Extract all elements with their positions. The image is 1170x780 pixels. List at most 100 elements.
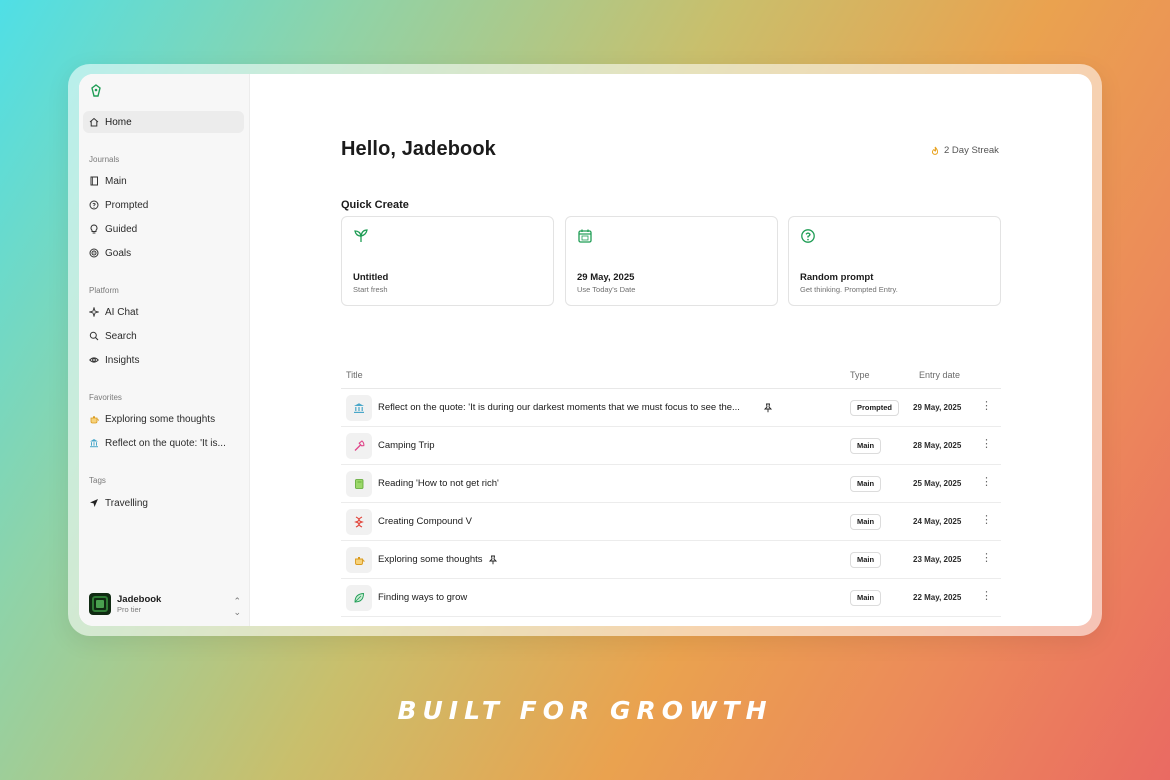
leaf-icon [346,585,372,611]
quick-create-today-card[interactable]: 29 May, 2025 Use Today's Date [565,216,778,306]
user-name: Jadebook [117,594,162,605]
logo-icon[interactable] [89,84,103,98]
table-row[interactable]: Reflect on the quote: 'It is during our … [341,389,1001,427]
sparkle-icon [89,307,99,317]
sidebar-item-search[interactable]: Search [83,326,244,346]
page-title: Hello, Jadebook [341,138,496,160]
type-badge: Main [850,590,882,606]
tagline: BUILT FOR GROWTH [397,696,773,725]
more-options-icon[interactable]: ⋮ [981,551,992,564]
card-subtitle: Use Today's Date [577,285,636,294]
column-header-type[interactable]: Type [850,370,870,380]
entry-date: 25 May, 2025 [913,479,962,488]
entry-title-text: Exploring some thoughts [378,554,483,565]
table-row[interactable]: Reading 'How to not get rich' Main 25 Ma… [341,465,1001,503]
sidebar-item-guided[interactable]: Guided [83,219,244,239]
pin-icon[interactable] [488,555,498,565]
type-badge: Prompted [850,400,900,416]
table-row[interactable]: Finding ways to grow Main 22 May, 2025 ⋮ [341,579,1001,617]
more-options-icon[interactable]: ⋮ [981,513,992,526]
card-title: Random prompt [800,272,874,283]
section-label-platform: Platform [89,286,119,295]
axe-icon [346,433,372,459]
entry-title: Reading 'How to not get rich' [378,478,499,489]
more-options-icon[interactable]: ⋮ [981,437,992,450]
type-badge: Main [850,552,882,568]
teapot-icon [89,414,99,424]
user-tier: Pro tier [117,605,142,614]
plane-icon [89,498,99,508]
entry-date: 24 May, 2025 [913,517,962,526]
dna-icon [346,509,372,535]
sidebar-item-ai-chat[interactable]: AI Chat [83,302,244,322]
sidebar-item-label: Main [105,175,127,187]
column-header-title[interactable]: Title [346,370,363,380]
sidebar-item-label: Home [105,116,132,128]
main-content: Hello, Jadebook 2 Day Streak Quick Creat… [250,74,1092,626]
target-icon [89,248,99,258]
entry-title: Exploring some thoughts [378,554,498,565]
entry-title: Creating Compound V [378,516,472,527]
sidebar-item-label: Exploring some thoughts [105,413,216,425]
card-subtitle: Start fresh [353,285,388,294]
more-options-icon[interactable]: ⋮ [981,399,992,412]
card-title: 29 May, 2025 [577,272,635,283]
table-header: Title Type Entry date [341,364,1001,389]
quick-create-random-prompt-card[interactable]: Random prompt Get thinking. Prompted Ent… [788,216,1001,306]
section-label-tags: Tags [89,476,106,485]
user-profile[interactable]: Jadebook Pro tier ⌃ ⌄ [89,592,241,618]
section-label-journals: Journals [89,155,120,164]
book-icon [89,176,99,186]
table-row[interactable]: Camping Trip Main 28 May, 2025 ⋮ [341,427,1001,465]
sidebar-item-travelling[interactable]: Travelling [83,493,244,513]
entry-title: Camping Trip [378,440,435,451]
section-label-favorites: Favorites [89,393,122,402]
quick-create-title: Quick Create [341,199,409,211]
entries-table: Title Type Entry date Reflect on the quo… [341,364,1001,617]
sidebar-item-main[interactable]: Main [83,171,244,191]
pin-icon[interactable] [763,403,773,413]
sidebar-item-insights[interactable]: Insights [83,350,244,370]
eye-icon [89,355,99,365]
sidebar-item-reflect-on-the-quote[interactable]: Reflect on the quote: 'It is... [83,433,244,453]
help-circle-icon [89,200,99,210]
card-subtitle: Get thinking. Prompted Entry. [800,285,898,294]
table-row[interactable]: Exploring some thoughts Main 23 May, 202… [341,541,1001,579]
lightbulb-icon [89,224,99,234]
sidebar-item-goals[interactable]: Goals [83,243,244,263]
chevron-up-down-icon[interactable]: ⌃ ⌄ [233,596,241,618]
flame-icon [930,146,940,156]
question-icon [800,228,816,244]
entry-date: 29 May, 2025 [913,403,962,412]
entry-title: Finding ways to grow [378,592,467,603]
entry-date: 22 May, 2025 [913,593,962,602]
entry-title-text: Camping Trip [378,440,435,451]
streak-label: 2 Day Streak [944,145,999,156]
sidebar-item-prompted[interactable]: Prompted [83,195,244,215]
sidebar-item-label: Reflect on the quote: 'It is... [105,437,226,449]
sidebar-item-label: Guided [105,223,138,235]
sidebar-item-home[interactable]: Home [83,111,244,133]
sidebar-item-label: Search [105,330,137,342]
bank-icon [89,438,99,448]
column-header-entry-date[interactable]: Entry date [919,370,960,380]
card-title: Untitled [353,272,389,283]
more-options-icon[interactable]: ⋮ [981,589,992,602]
table-row[interactable]: Creating Compound V Main 24 May, 2025 ⋮ [341,503,1001,541]
entry-title-text: Creating Compound V [378,516,472,527]
app-window: Home Journals Main Prompted Guided Goals… [79,74,1092,626]
avatar [89,593,111,615]
sidebar-item-exploring-some-thoughts[interactable]: Exploring some thoughts [83,409,244,429]
book-green-icon [346,471,372,497]
calendar-icon [577,228,593,244]
search-icon [89,331,99,341]
quick-create-untitled-card[interactable]: Untitled Start fresh [341,216,554,306]
more-options-icon[interactable]: ⋮ [981,475,992,488]
teapot-icon [346,547,372,573]
type-badge: Main [850,476,882,492]
sidebar-item-label: Prompted [105,199,149,211]
home-icon [89,117,99,127]
entry-title-text: Reflect on the quote: 'It is during our … [378,402,740,413]
bank-icon [346,395,372,421]
entry-title: Reflect on the quote: 'It is during our … [378,402,773,413]
